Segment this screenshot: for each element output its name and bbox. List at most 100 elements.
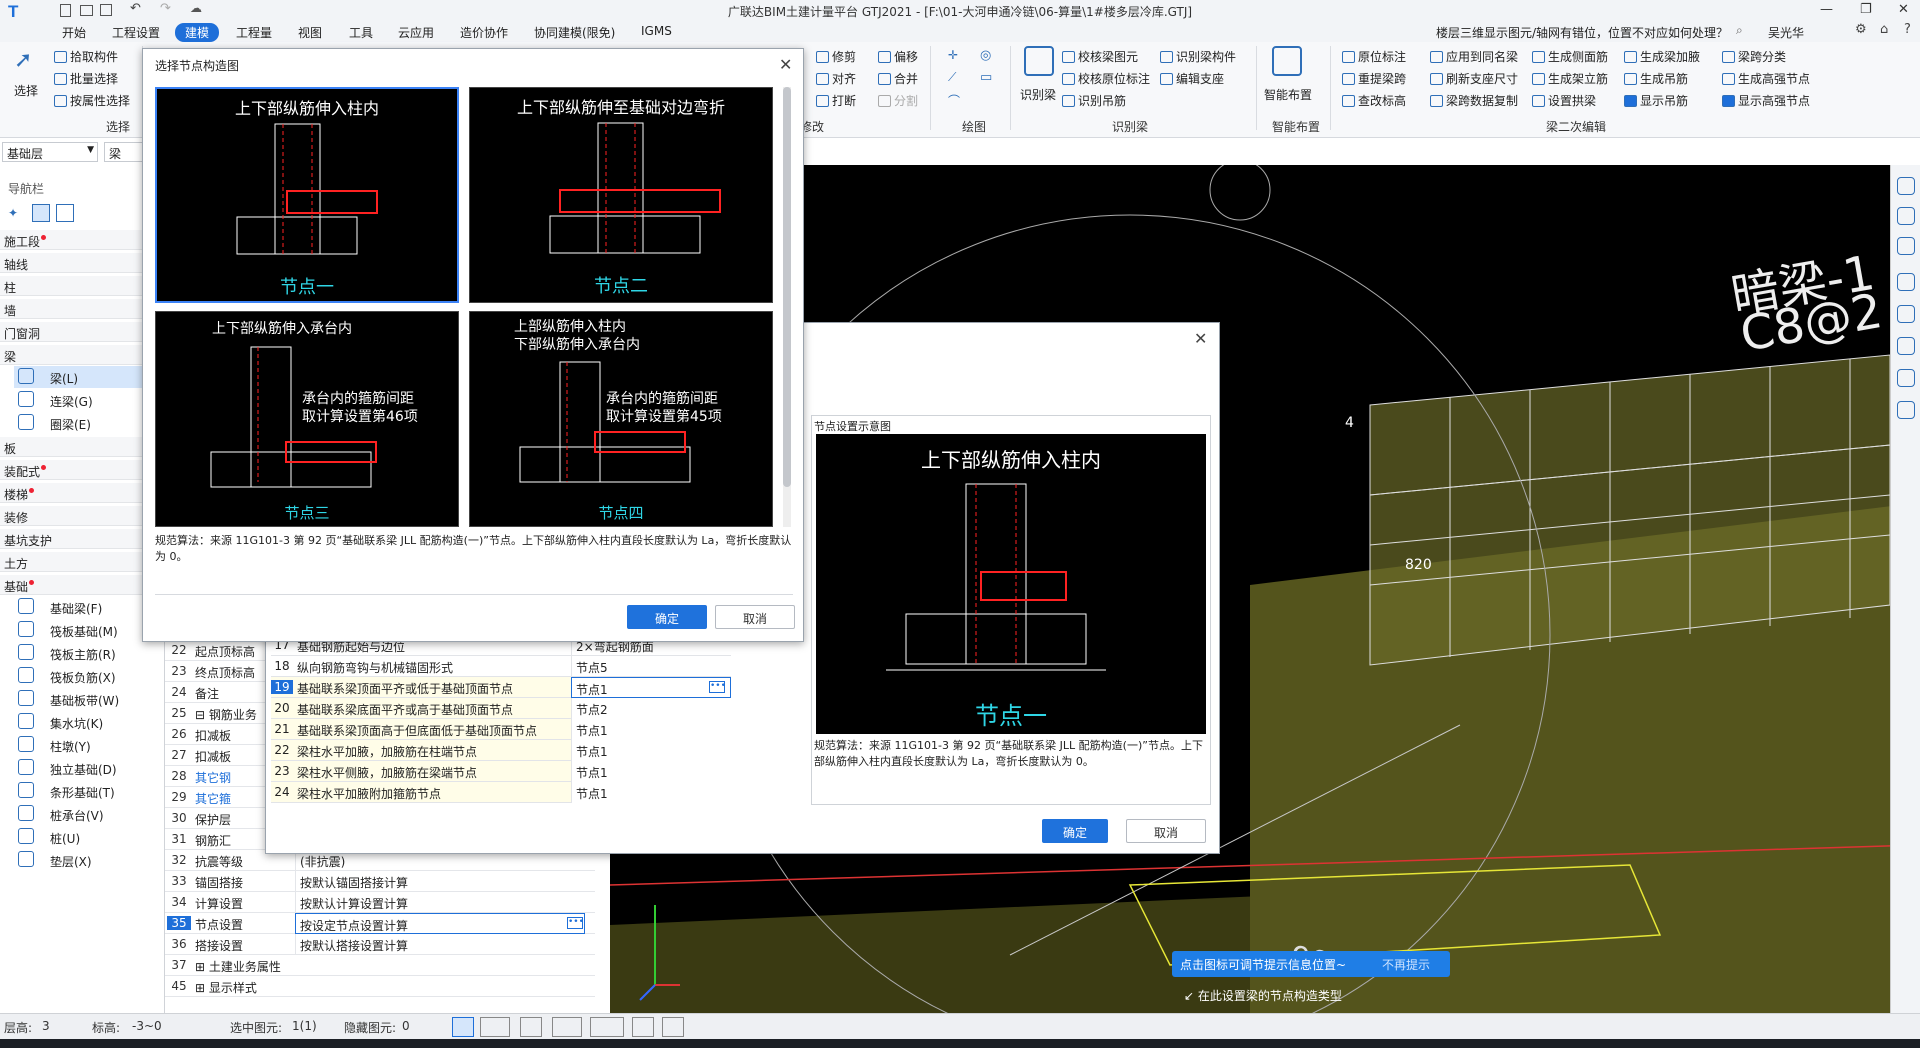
nav-cat-prefab[interactable]: 装配式 [0, 460, 160, 480]
show-hanger-checkbox[interactable]: 显示吊筋 [1624, 92, 1688, 109]
ok-button[interactable]: 确定 [1042, 819, 1108, 843]
settings-gear-icon[interactable]: ⚙ [1855, 22, 1867, 37]
nav-cat-axis[interactable]: 轴线 [0, 253, 160, 273]
check-elev-button[interactable]: 查改标高 [1342, 92, 1406, 109]
table-row[interactable]: 36 搭接设置 按默认搭接设置计算 [165, 934, 595, 955]
nav-item-pile-cap[interactable]: 桩承台(V) [14, 803, 159, 825]
nav-item-beam[interactable]: 梁(L) [14, 366, 159, 388]
span-class-button[interactable]: 梁跨分类 [1722, 48, 1786, 65]
row-value[interactable]: 节点5 [571, 656, 731, 677]
home-icon[interactable]: ⌂ [1880, 22, 1888, 37]
search-icon[interactable]: ⌕ [1736, 23, 1743, 38]
scrollbar-thumb[interactable] [783, 87, 791, 487]
row-value[interactable]: 节点1 [571, 740, 731, 761]
nav-item-cushion[interactable]: 垫层(X) [14, 849, 159, 871]
dynamic-observe-icon[interactable] [1897, 273, 1915, 291]
nav-cat-pit-support[interactable]: 基坑支护 [0, 529, 160, 549]
ortho-toggle-icon[interactable] [452, 1017, 474, 1037]
menu-modeling[interactable]: 建模 [175, 23, 220, 42]
nav-item-isolated[interactable]: 独立基础(D) [14, 757, 159, 779]
orig-mark-button[interactable]: 原位标注 [1342, 48, 1406, 65]
menu-project-settings[interactable]: 工程设置 [106, 23, 166, 42]
dont-show-again-link[interactable]: 不再提示 [1382, 956, 1430, 973]
help-icon[interactable]: ? [1904, 22, 1911, 37]
floor-select[interactable]: 基础层 ▼ [2, 142, 98, 162]
table-row[interactable]: 24 梁柱水平加腋附加箍筋节点 节点1 [271, 782, 731, 803]
gen-tall-button[interactable]: 生成高强节点 [1722, 70, 1810, 87]
nav-item-ring-beam[interactable]: 圈梁(E) [14, 412, 159, 434]
ok-button[interactable]: 确定 [627, 605, 707, 629]
cross-select-icon[interactable] [520, 1017, 542, 1037]
draw-arc-icon[interactable]: ⌒ [948, 92, 960, 109]
menu-start[interactable]: 开始 [56, 23, 92, 42]
table-row[interactable]: 34 计算设置 按默认计算设置计算 [165, 892, 595, 913]
table-row[interactable]: 37 ⊞ 土建业务属性 [165, 955, 595, 976]
lock-view-icon[interactable] [632, 1017, 654, 1037]
offset-button[interactable]: 偏移 [878, 48, 918, 65]
merge-button[interactable]: 合并 [878, 70, 918, 87]
recognize-rebar-button[interactable]: 识别梁构件 [1160, 48, 1236, 65]
select-arrow-icon[interactable]: ➚ [14, 48, 32, 73]
orbit-icon[interactable] [1897, 369, 1915, 387]
minimize-button[interactable]: — [1820, 2, 1833, 17]
nav-cat-decoration[interactable]: 装修 [0, 506, 160, 526]
snap-toggle-icon[interactable] [480, 1017, 510, 1037]
detail-view-icon[interactable] [56, 204, 74, 222]
cancel-button[interactable]: 取消 [715, 605, 795, 629]
recognize-beam-button[interactable]: 识别梁 [1020, 86, 1056, 103]
nav-cat-door[interactable]: 门窗洞 [0, 322, 160, 342]
nav-item-pier[interactable]: 柱墩(Y) [14, 734, 159, 756]
nav-cat-beam[interactable]: 梁 [0, 345, 160, 365]
nav-cat-construction[interactable]: 施工段 [0, 230, 160, 250]
row-value[interactable]: 按默认计算设置计算 [295, 892, 585, 913]
close-icon[interactable]: ✕ [779, 55, 792, 74]
table-row-selected[interactable]: 35 节点设置 按设定节点设置计算 ••• [165, 913, 595, 934]
menu-cloud[interactable]: 云应用 [392, 23, 440, 42]
select-by-attr-button[interactable]: 按属性选择 [54, 92, 130, 109]
node-option-2[interactable]: 上下部纵筋伸至基础对边弯折 节点二 [469, 87, 773, 303]
pin-icon[interactable]: ✦ [8, 206, 18, 220]
draw-line-icon[interactable]: ⟋ [948, 70, 956, 85]
zoom-extents-icon[interactable] [1897, 305, 1915, 323]
nav-item-found-beam[interactable]: 基础梁(F) [14, 596, 159, 618]
list-view-icon[interactable] [32, 204, 50, 222]
nav-cat-column[interactable]: 柱 [0, 276, 160, 296]
row-value[interactable]: 节点2 [571, 698, 731, 719]
angle-icon[interactable] [552, 1017, 582, 1037]
check-beam-button[interactable]: 校核梁图元 [1062, 48, 1138, 65]
nav-item-sump[interactable]: 集水坑(K) [14, 711, 159, 733]
ellipsis-button[interactable]: ••• [567, 917, 584, 929]
nav-item-raft-main-bar[interactable]: 筏板主筋(R) [14, 642, 159, 664]
nav-item-raft[interactable]: 筏板基础(M) [14, 619, 159, 641]
recognize-beam-icon[interactable] [1024, 46, 1054, 76]
notes-icon[interactable] [1897, 401, 1915, 419]
user-name[interactable]: 吴光华 [1768, 24, 1804, 41]
ellipsis-button[interactable]: ••• [709, 681, 726, 693]
menu-view[interactable]: 视图 [292, 23, 328, 42]
nav-item-raft-neg-bar[interactable]: 筏板负筋(X) [14, 665, 159, 687]
close-icon[interactable]: ✕ [1194, 329, 1207, 348]
break-button[interactable]: 打断 [816, 92, 856, 109]
nav-cat-earthwork[interactable]: 土方 [0, 552, 160, 572]
table-row[interactable]: 18 纵向钢筋弯钩与机械锚固形式 节点5 [271, 656, 731, 677]
row-value[interactable]: 节点1 [571, 719, 731, 740]
table-row[interactable]: 21 基础联系梁顶面高于但底面低于基础顶面节点 节点1 [271, 719, 731, 740]
table-row[interactable]: 23 梁柱水平侧腋，加腋筋在梁端节点 节点1 [271, 761, 731, 782]
gen-haunch-button[interactable]: 生成梁加腋 [1624, 48, 1700, 65]
recognize-hanger-button[interactable]: 识别吊筋 [1062, 92, 1126, 109]
help-question[interactable]: 楼层三维显示图元/轴网有错位，位置不对应如何处理？ [1436, 24, 1728, 41]
table-row[interactable]: 45 ⊞ 显示样式 [165, 976, 595, 997]
table-row[interactable]: 33 锚固搭接 按默认锚固搭接计算 [165, 871, 595, 892]
table-row-selected[interactable]: 19 基础联系梁顶面平齐或低于基础顶面节点 节点1 ••• [271, 677, 731, 698]
thumbs-scrollbar[interactable] [783, 87, 791, 527]
nav-cat-wall[interactable]: 墙 [0, 299, 160, 319]
smart-layout-icon[interactable] [1272, 46, 1302, 76]
select-button[interactable]: 选择 [14, 82, 38, 99]
node-option-3[interactable]: 上下部纵筋伸入承台内 承台内的箍筋间距 取计算设置第46项 节点三 [155, 311, 459, 527]
smart-layout-button[interactable]: 智能布置 [1264, 86, 1312, 103]
nav-cat-slab[interactable]: 板 [0, 437, 160, 457]
view-cube-icon[interactable] [1897, 237, 1915, 255]
view-3d-icon[interactable] [1897, 177, 1915, 195]
gen-stirrup-button[interactable]: 生成架立筋 [1532, 70, 1608, 87]
measure-icon[interactable] [662, 1017, 684, 1037]
